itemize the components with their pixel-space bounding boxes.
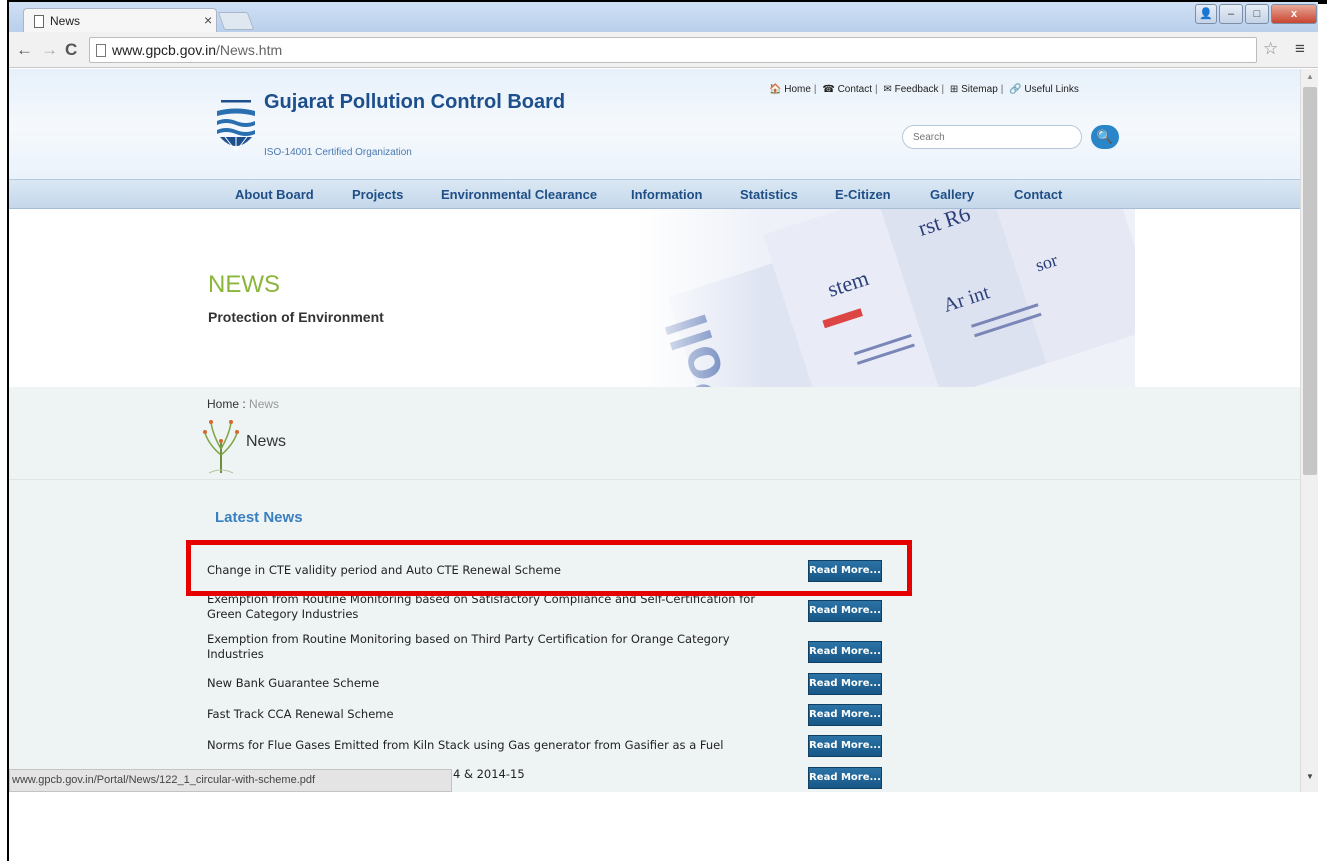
reload-button[interactable]: C (65, 40, 77, 60)
site-subtitle: ISO-14001 Certified Organization (264, 147, 412, 158)
browser-window: News × 👤 – □ x ← → C www.gpcb.gov.in/New… (0, 0, 1327, 861)
toplink-feedback[interactable]: Feedback (895, 84, 939, 95)
separator: | (1000, 84, 1004, 95)
scrollbar-thumb[interactable] (1303, 87, 1317, 475)
search-input[interactable] (902, 125, 1082, 149)
plant-icon (203, 420, 239, 474)
page-icon (96, 44, 106, 57)
page-scrollbar[interactable]: ▲ ▼ (1300, 69, 1318, 792)
nav-statistics[interactable]: Statistics (740, 187, 798, 202)
back-button[interactable]: ← (16, 40, 33, 60)
news-title[interactable]: Exemption from Routine Monitoring based … (207, 592, 787, 622)
separator: | (875, 84, 878, 95)
mail-icon: ✉ (883, 84, 892, 95)
new-tab-button[interactable] (217, 12, 255, 30)
home-icon: 🏠 (769, 84, 782, 95)
highlight-box (186, 540, 912, 596)
scroll-down-icon[interactable]: ▼ (1306, 772, 1314, 781)
banner-title: NEWS (208, 271, 280, 298)
search-icon[interactable]: 🔍 (1091, 125, 1119, 149)
tab-news[interactable]: News × (23, 8, 217, 34)
bookmark-star-icon[interactable]: ☆ (1263, 39, 1278, 59)
banner-subtitle: Protection of Environment (208, 309, 384, 325)
phone-icon: ☎ (822, 84, 835, 95)
page-icon (34, 15, 44, 28)
read-more-button[interactable]: Read More... (808, 673, 882, 695)
close-tab-icon[interactable]: × (204, 12, 212, 28)
breadcrumb-home[interactable]: Home (207, 397, 239, 411)
separator: | (813, 84, 817, 95)
tab-title: News (50, 14, 81, 28)
nav-environmental-clearance[interactable]: Environmental Clearance (441, 187, 597, 202)
url-text: www.gpcb.gov.in/News.htm (112, 42, 282, 58)
breadcrumb: Home : News (207, 397, 279, 411)
news-title[interactable]: New Bank Guarantee Scheme (207, 676, 787, 691)
read-more-button[interactable]: Read More... (808, 735, 882, 757)
news-title[interactable]: 4 & 2014-15 (453, 767, 1033, 782)
read-more-button[interactable]: Read More... (808, 704, 882, 726)
latest-news-heading: Latest News (215, 509, 303, 526)
nav-projects[interactable]: Projects (352, 187, 403, 202)
toplink-home[interactable]: Home (784, 84, 811, 95)
close-window-button[interactable]: x (1271, 4, 1317, 24)
news-title[interactable]: Exemption from Routine Monitoring based … (207, 632, 787, 662)
tab-strip: News × 👤 – □ x (9, 2, 1320, 34)
page-heading: News (246, 433, 287, 450)
toplink-useful-links[interactable]: Useful Links (1024, 84, 1078, 95)
site-title[interactable]: Gujarat Pollution Control Board (264, 91, 584, 113)
separator: | (941, 84, 945, 95)
nav-information[interactable]: Information (631, 187, 703, 202)
nav-contact[interactable]: Contact (1014, 187, 1062, 202)
status-bar: www.gpcb.gov.in/Portal/News/122_1_circul… (9, 769, 452, 792)
scroll-up-icon[interactable]: ▲ (1306, 72, 1314, 81)
main-nav: About Board Projects Environmental Clear… (9, 179, 1300, 209)
breadcrumb-separator: : (239, 397, 250, 411)
read-more-button[interactable]: Read More... (808, 767, 882, 789)
page-banner: NEWS Protection of Environment Poll ste (9, 209, 1300, 387)
gpcb-logo-icon (217, 100, 255, 152)
browser-toolbar: ← → C www.gpcb.gov.in/News.htm ☆ ≡ (9, 32, 1318, 68)
toplink-sitemap[interactable]: Sitemap (961, 84, 998, 95)
read-more-button[interactable]: Read More... (808, 641, 882, 663)
top-links: 🏠 Home | ☎ Contact | ✉ Feedback | ⊞ Sitemap… (769, 84, 1119, 96)
toplink-contact[interactable]: Contact (838, 84, 872, 95)
address-bar[interactable]: www.gpcb.gov.in/News.htm (89, 37, 1257, 63)
maximize-button[interactable]: □ (1245, 4, 1269, 24)
breadcrumb-current: News (249, 397, 280, 411)
link-icon: 🔗 (1009, 84, 1022, 95)
url-host: www.gpcb.gov.in (112, 42, 217, 58)
sitemap-icon: ⊞ (949, 84, 959, 95)
news-title[interactable]: Fast Track CCA Renewal Scheme (207, 707, 787, 722)
site-header: Gujarat Pollution Control Board ISO-1400… (9, 69, 1300, 179)
nav-gallery[interactable]: Gallery (930, 187, 974, 202)
minimize-button[interactable]: – (1219, 4, 1243, 24)
news-title[interactable]: Norms for Flue Gases Emitted from Kiln S… (207, 738, 787, 753)
read-more-button[interactable]: Read More... (808, 600, 882, 622)
menu-icon[interactable]: ≡ (1295, 39, 1305, 59)
divider (9, 479, 1300, 480)
nav-e-citizen[interactable]: E-Citizen (835, 187, 891, 202)
nav-about-board[interactable]: About Board (235, 187, 314, 202)
window-controls: 👤 – □ x (1195, 4, 1320, 24)
url-path: /News.htm (216, 42, 283, 58)
newspaper-image: Poll stem rst R6 Ar int sor (639, 209, 1135, 387)
user-icon[interactable]: 👤 (1195, 4, 1217, 24)
forward-button[interactable]: → (41, 40, 58, 60)
